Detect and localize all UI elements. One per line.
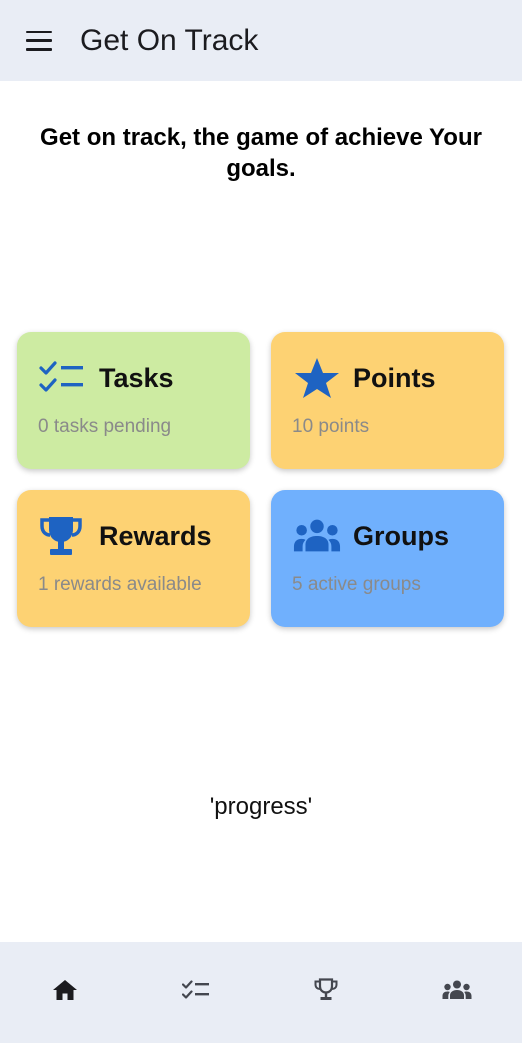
headline: Get on track, the game of achieve Your g… [40, 124, 482, 182]
menu-icon[interactable] [26, 30, 52, 51]
nav-groups[interactable] [392, 942, 522, 1043]
star-icon [293, 358, 341, 398]
groups-icon [442, 980, 472, 1005]
points-card-title: Points [353, 362, 436, 393]
nav-tasks[interactable] [131, 942, 262, 1043]
nav-home[interactable] [0, 942, 131, 1043]
tasks-card[interactable]: Tasks 0 tasks pending [17, 332, 250, 469]
tasks-card-subtitle: 0 tasks pending [38, 416, 172, 437]
nav-rewards[interactable] [261, 942, 392, 1043]
points-card-subtitle: 10 points [292, 416, 370, 437]
groups-card[interactable]: Groups 5 active groups [271, 490, 504, 627]
app-title: Get On Track [80, 23, 259, 57]
tasks-card-title: Tasks [99, 362, 174, 393]
checklist-icon [181, 980, 210, 1005]
rewards-card[interactable]: Rewards 1 rewards available [17, 490, 250, 627]
groups-icon [293, 516, 341, 556]
groups-card-title: Groups [353, 520, 450, 551]
progress-text: 'progress' [209, 793, 313, 820]
app-bar: Get On Track [0, 0, 522, 81]
bottom-navigation [0, 942, 522, 1043]
trophy-icon [39, 516, 87, 556]
groups-card-subtitle: 5 active groups [292, 574, 421, 595]
checklist-icon [39, 358, 87, 398]
points-card[interactable]: Points 10 points [271, 332, 504, 469]
trophy-icon [313, 978, 339, 1007]
home-icon [52, 979, 78, 1006]
rewards-card-title: Rewards [99, 520, 212, 551]
rewards-card-subtitle: 1 rewards available [38, 574, 202, 595]
